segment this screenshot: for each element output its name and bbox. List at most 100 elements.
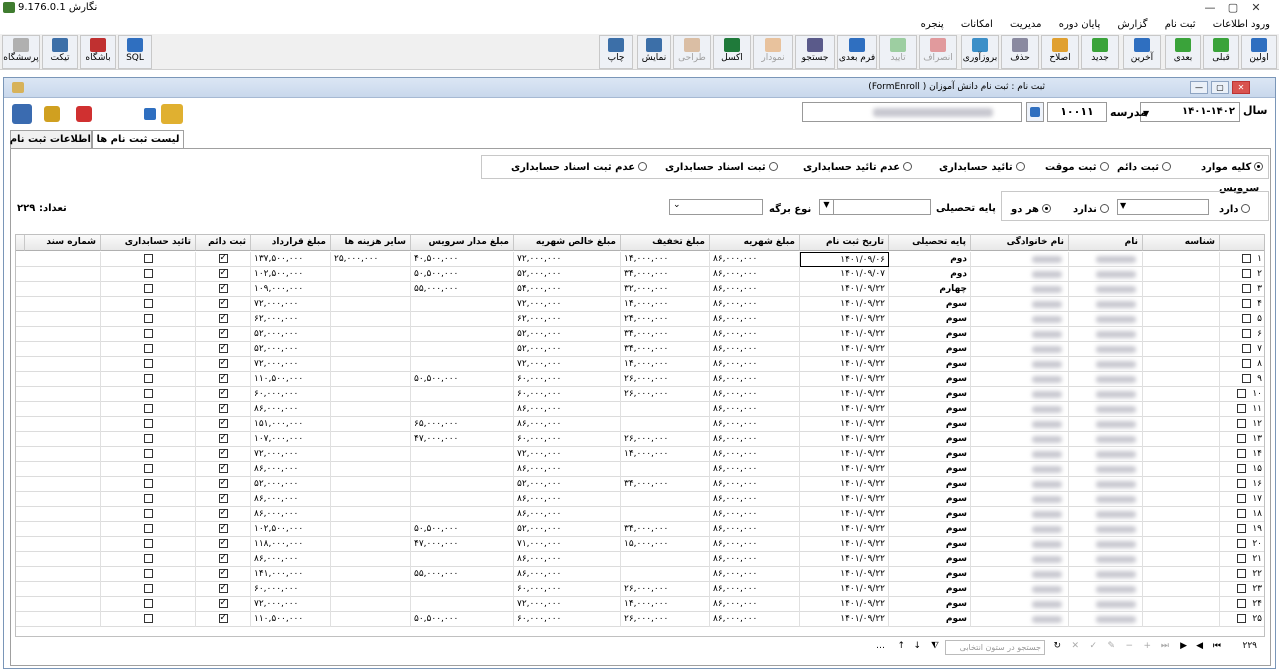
edit-button[interactable]: اصلاح: [1041, 35, 1079, 69]
new-button[interactable]: جدید: [1081, 35, 1119, 69]
sort-up-icon[interactable]: ↑: [897, 641, 905, 651]
permanent-checkbox[interactable]: [218, 477, 228, 489]
table-row[interactable]: ۲۱ سوم ۱۴۰۱/۰۹/۲۲ ۸۶,۰۰۰,۰۰۰ ۸۶,۰۰۰,۰۰۰ ۸۶,۰۰…: [16, 552, 1264, 567]
checklist-icon[interactable]: [12, 104, 32, 124]
refresh-button[interactable]: بروزآوری: [961, 35, 999, 69]
permanent-checkbox[interactable]: [218, 552, 228, 564]
radio-temporary[interactable]: ثبت موقت: [1045, 162, 1109, 173]
table-row[interactable]: ۱۷ سوم ۱۴۰۱/۰۹/۲۲ ۸۶,۰۰۰,۰۰۰ ۸۶,۰۰۰,۰۰۰ ۸۶,۰۰…: [16, 492, 1264, 507]
permanent-checkbox[interactable]: [218, 537, 228, 549]
next-button[interactable]: بعدی: [1165, 35, 1201, 69]
table-row[interactable]: ۶ سوم ۱۴۰۱/۰۹/۲۲ ۸۶,۰۰۰,۰۰۰ ۳۴,۰۰۰,۰۰۰ ۵۲,۰۰۰…: [16, 327, 1264, 342]
permanent-checkbox[interactable]: [218, 312, 228, 324]
row-select-checkbox[interactable]: [1242, 314, 1252, 323]
table-row[interactable]: ۲۴ سوم ۱۴۰۱/۰۹/۲۲ ۸۶,۰۰۰,۰۰۰ ۱۴,۰۰۰,۰۰۰ ۷۲,۰۰…: [16, 597, 1264, 612]
acct-approved-checkbox[interactable]: [143, 329, 153, 338]
next-record-icon[interactable]: ▶: [1180, 641, 1187, 651]
acct-approved-checkbox[interactable]: [143, 584, 153, 593]
table-row[interactable]: ۷ سوم ۱۴۰۱/۰۹/۲۲ ۸۶,۰۰۰,۰۰۰ ۳۴,۰۰۰,۰۰۰ ۵۲,۰۰۰…: [16, 342, 1264, 357]
form-minimize-button[interactable]: —: [1190, 81, 1208, 94]
table-row[interactable]: ۱۰ سوم ۱۴۰۱/۰۹/۲۲ ۸۶,۰۰۰,۰۰۰ ۲۶,۰۰۰,۰۰۰ ۶۰,۰۰…: [16, 387, 1264, 402]
menu-data-entry[interactable]: ورود اطلاعات: [1206, 16, 1277, 33]
permanent-checkbox[interactable]: [218, 282, 228, 294]
ticket-button[interactable]: تیکت: [42, 35, 78, 69]
approve-icon[interactable]: [44, 106, 60, 122]
radio-permanent[interactable]: ثبت دائم: [1117, 162, 1172, 173]
grade-select[interactable]: ▼: [819, 199, 931, 215]
service-select[interactable]: ▼: [1117, 199, 1209, 215]
column-header-permanent[interactable]: ثبت دائم: [196, 235, 251, 251]
acct-approved-checkbox[interactable]: [143, 569, 153, 578]
menu-end-of-term[interactable]: پایان دوره: [1052, 16, 1108, 33]
table-row[interactable]: ۱۶ سوم ۱۴۰۱/۰۹/۲۲ ۸۶,۰۰۰,۰۰۰ ۳۴,۰۰۰,۰۰۰ ۵۲,۰۰…: [16, 477, 1264, 492]
permanent-checkbox[interactable]: [218, 447, 228, 459]
acct-approved-checkbox[interactable]: [143, 299, 153, 308]
row-select-checkbox[interactable]: [1242, 374, 1252, 383]
table-row[interactable]: ۴ سوم ۱۴۰۱/۰۹/۲۲ ۸۶,۰۰۰,۰۰۰ ۱۴,۰۰۰,۰۰۰ ۷۲,۰۰۰…: [16, 297, 1264, 312]
preview-button[interactable]: نمایش: [637, 35, 671, 69]
acct-approved-checkbox[interactable]: [143, 599, 153, 608]
acct-approved-checkbox[interactable]: [143, 434, 153, 443]
menu-window[interactable]: پنجره: [914, 16, 951, 33]
permanent-checkbox[interactable]: [218, 462, 228, 474]
acct-approved-checkbox[interactable]: [143, 614, 153, 623]
acct-approved-checkbox[interactable]: [143, 389, 153, 398]
confirm-button[interactable]: تایید: [879, 35, 917, 69]
tab-enroll-list[interactable]: لیست ثبت نام ها: [92, 130, 184, 149]
table-row[interactable]: ۱ دوم ۱۴۰۱/۰۹/۰۶ ۸۶,۰۰۰,۰۰۰ ۱۴,۰۰۰,۰۰۰ ۷۲,۰۰۰…: [16, 252, 1264, 267]
row-select-checkbox[interactable]: [1237, 449, 1247, 458]
acct-approved-checkbox[interactable]: [143, 419, 153, 428]
school-lookup-button[interactable]: [1026, 102, 1044, 122]
menu-registration[interactable]: ثبت نام: [1158, 16, 1203, 33]
acct-approved-checkbox[interactable]: [143, 269, 153, 278]
column-header-id[interactable]: شناسه: [1143, 235, 1220, 251]
search-button[interactable]: جستجو: [795, 35, 835, 69]
radio-acct-approved[interactable]: تائید حسابداری: [939, 162, 1025, 173]
menu-report[interactable]: گزارش: [1110, 16, 1154, 33]
acct-approved-checkbox[interactable]: [143, 254, 153, 263]
permanent-checkbox[interactable]: [218, 342, 228, 354]
excel-button[interactable]: اکسل: [713, 35, 751, 69]
radio-acct-not-approved[interactable]: عدم تائید حسابداری: [803, 162, 913, 173]
table-row[interactable]: ۱۲ سوم ۱۴۰۱/۰۹/۲۲ ۸۶,۰۰۰,۰۰۰ ۸۶,۰۰۰,۰۰۰ ۶۵,۰۰…: [16, 417, 1264, 432]
radio-service-has[interactable]: دارد: [1219, 204, 1251, 215]
row-select-checkbox[interactable]: [1237, 539, 1247, 548]
sheet-type-select[interactable]: ⌄: [669, 199, 763, 215]
delete-button[interactable]: حذف: [1001, 35, 1039, 69]
column-header-contract[interactable]: مبلغ قرارداد: [251, 235, 331, 251]
prev-button[interactable]: قبلی: [1203, 35, 1239, 69]
permanent-checkbox[interactable]: [218, 387, 228, 399]
row-select-checkbox[interactable]: [1237, 404, 1247, 413]
permanent-checkbox[interactable]: [218, 402, 228, 414]
menu-facilities[interactable]: امکانات: [954, 16, 1000, 33]
table-row[interactable]: ۳ چهارم ۱۴۰۱/۰۹/۲۲ ۸۶,۰۰۰,۰۰۰ ۳۲,۰۰۰,۰۰۰ ۵۴,۰…: [16, 282, 1264, 297]
school-code-field[interactable]: ۱۰۰۱۱: [1047, 102, 1107, 122]
table-row[interactable]: ۲۰ سوم ۱۴۰۱/۰۹/۲۲ ۸۶,۰۰۰,۰۰۰ ۱۵,۰۰۰,۰۰۰ ۷۱,۰۰…: [16, 537, 1264, 552]
close-button[interactable]: ✕: [1233, 0, 1279, 15]
prev-record-icon[interactable]: ◀: [1196, 641, 1203, 651]
edit-icon[interactable]: ✎: [1107, 641, 1115, 651]
more-icon[interactable]: …: [876, 641, 885, 651]
column-header-other-costs[interactable]: سایر هزینه ها: [331, 235, 411, 251]
form-close-button[interactable]: ✕: [1232, 81, 1250, 94]
row-select-checkbox[interactable]: [1237, 494, 1247, 503]
row-select-checkbox[interactable]: [1237, 464, 1247, 473]
last-button[interactable]: آخرین: [1123, 35, 1161, 69]
refresh-icon[interactable]: ↻: [1053, 641, 1061, 651]
cancel-button[interactable]: انصراف: [919, 35, 957, 69]
row-select-checkbox[interactable]: [1242, 299, 1252, 308]
last-record-icon[interactable]: ⏭: [1161, 641, 1169, 651]
radio-all[interactable]: کلیه موارد: [1201, 162, 1264, 173]
row-select-checkbox[interactable]: [1237, 509, 1247, 518]
permanent-checkbox[interactable]: [218, 372, 228, 384]
table-row[interactable]: ۱۸ سوم ۱۴۰۱/۰۹/۲۲ ۸۶,۰۰۰,۰۰۰ ۸۶,۰۰۰,۰۰۰ ۸۶,۰۰…: [16, 507, 1264, 522]
row-select-checkbox[interactable]: [1237, 434, 1247, 443]
acct-approved-checkbox[interactable]: [143, 539, 153, 548]
column-header-doc-no[interactable]: شماره سند: [25, 235, 101, 251]
table-row[interactable]: ۱۹ سوم ۱۴۰۱/۰۹/۲۲ ۸۶,۰۰۰,۰۰۰ ۳۴,۰۰۰,۰۰۰ ۵۲,۰۰…: [16, 522, 1264, 537]
questionnaire-button[interactable]: پرسشگاه: [2, 35, 40, 69]
table-row[interactable]: ۲ دوم ۱۴۰۱/۰۹/۰۷ ۸۶,۰۰۰,۰۰۰ ۳۴,۰۰۰,۰۰۰ ۵۲,۰۰۰…: [16, 267, 1264, 282]
row-select-checkbox[interactable]: [1242, 284, 1252, 293]
permanent-checkbox[interactable]: [218, 417, 228, 429]
acct-approved-checkbox[interactable]: [143, 359, 153, 368]
